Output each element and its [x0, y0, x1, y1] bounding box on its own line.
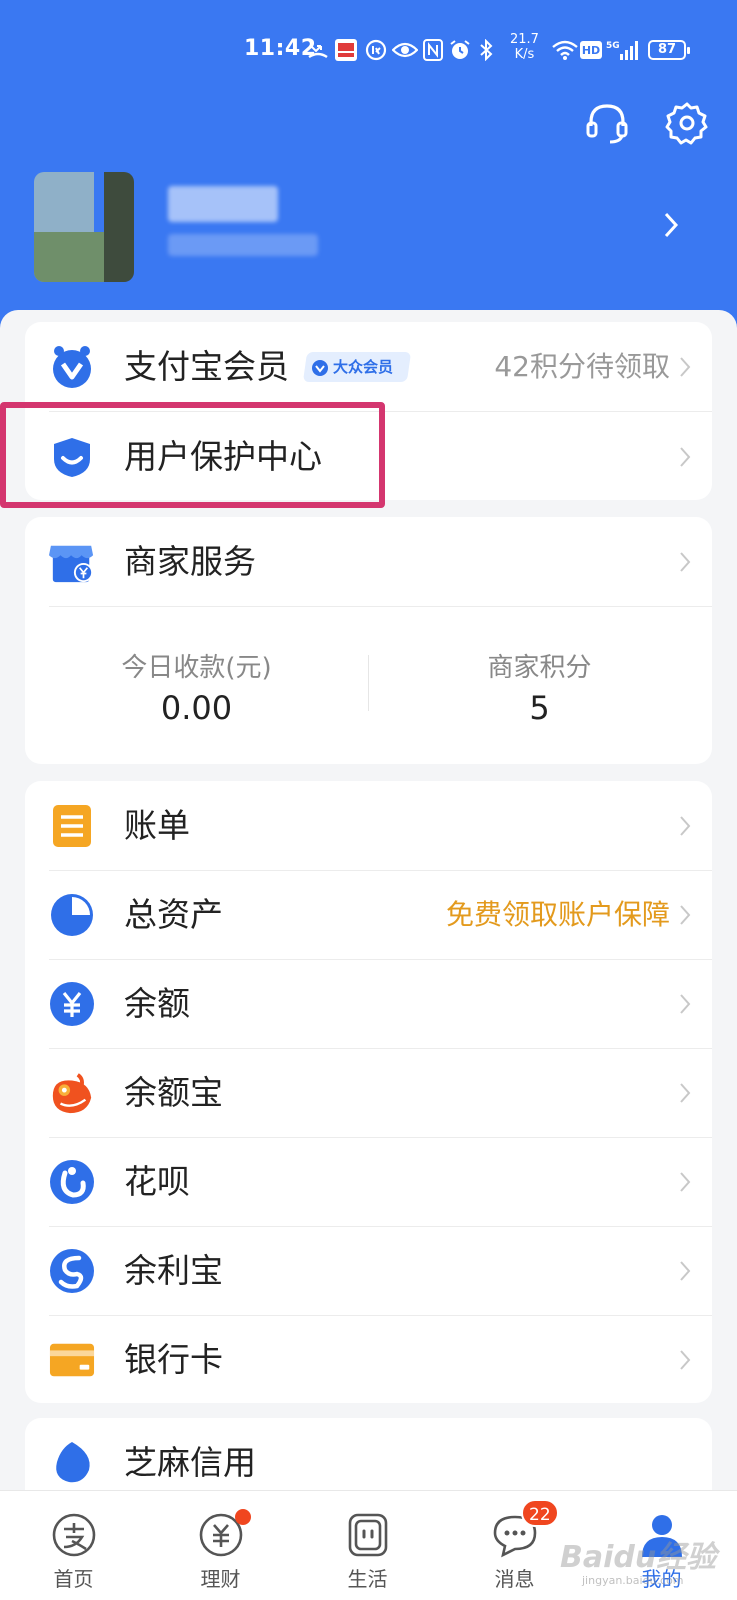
- bluetooth-icon: [476, 38, 496, 62]
- wifi-icon: [552, 38, 578, 62]
- chevron-right-icon: [680, 1172, 691, 1192]
- wealth-notification-dot: [235, 1509, 251, 1525]
- menu-item-bill[interactable]: 账单: [25, 781, 712, 871]
- chevron-right-icon: [680, 357, 691, 377]
- tab-home[interactable]: 首页: [0, 1491, 147, 1600]
- signal-icon: 5G: [606, 38, 642, 62]
- status-bar: 11:42 21.7 K/s HD 5G 87: [0, 32, 737, 66]
- member-v-icon: [49, 344, 95, 390]
- member-row[interactable]: 支付宝会员 大众会员 42积分待领取: [25, 322, 712, 412]
- baidu-watermark: Baidu经验: [560, 1540, 717, 1575]
- battery-indicator: 87: [648, 40, 690, 60]
- settings-icon[interactable]: [664, 100, 710, 146]
- pie-chart-icon: [49, 892, 95, 938]
- menu-item-huabei[interactable]: 花呗: [25, 1137, 712, 1227]
- shop-icon: [49, 539, 95, 585]
- tab-life[interactable]: 生活: [294, 1491, 441, 1600]
- merchant-label: 商家服务: [124, 542, 256, 581]
- bank-card-icon: [49, 1337, 95, 1383]
- menu-item-yuebao[interactable]: 余额宝: [25, 1048, 712, 1138]
- hd-icon: HD: [580, 38, 602, 62]
- missed-call-icon: [306, 38, 330, 62]
- message-count-badge: 22: [521, 1499, 559, 1527]
- assets-promo-text: 免费领取账户保障: [445, 898, 670, 931]
- highlight-box: [0, 402, 385, 508]
- menu-item-balance[interactable]: 余额: [25, 959, 712, 1049]
- huabei-icon: [49, 1159, 95, 1205]
- tab-wealth[interactable]: 理财: [147, 1491, 294, 1600]
- avatar[interactable]: [34, 172, 134, 282]
- svg-text:HD: HD: [582, 44, 600, 57]
- chevron-right-icon: [680, 552, 691, 572]
- baidu-watermark-url: jingyan.baidu.com: [582, 1574, 684, 1587]
- alipay-home-icon: [52, 1513, 95, 1557]
- data-saver-icon: [364, 38, 388, 62]
- bill-icon: [49, 803, 95, 849]
- stat-merchant-points[interactable]: 商家积分 5: [368, 607, 711, 757]
- chevron-right-icon: [680, 905, 691, 925]
- profile-chevron-icon[interactable]: [662, 210, 680, 240]
- chevron-right-icon: [680, 816, 691, 836]
- yuebao-icon: [49, 1070, 95, 1116]
- zhima-credit-icon: [49, 1440, 95, 1486]
- member-label: 支付宝会员: [124, 347, 289, 386]
- headset-icon[interactable]: [584, 100, 630, 146]
- chevron-right-icon: [680, 1350, 691, 1370]
- menu-item-yulibao[interactable]: 余利宝: [25, 1226, 712, 1316]
- chevron-right-icon: [680, 447, 691, 467]
- merchant-row[interactable]: 商家服务: [25, 517, 712, 607]
- yulibao-icon: [49, 1248, 95, 1294]
- member-level-badge: 大众会员: [302, 352, 412, 382]
- username-blurred: [168, 186, 278, 222]
- eye-icon: [392, 38, 418, 62]
- chevron-right-icon: [680, 994, 691, 1014]
- life-icon: [348, 1513, 387, 1557]
- stat-today-income[interactable]: 今日收款(元) 0.00: [25, 607, 368, 757]
- app-notification-icon: [334, 38, 358, 62]
- chevron-right-icon: [680, 1083, 691, 1103]
- member-points-text: 42积分待领取: [494, 350, 670, 383]
- menu-card: 账单 总资产 免费领取账户保障 余额 余额宝 花呗 余利宝 银行卡: [25, 781, 712, 1403]
- yuan-icon: [49, 981, 95, 1027]
- menu-item-total-assets[interactable]: 总资产 免费领取账户保障: [25, 870, 712, 960]
- svg-text:5G: 5G: [606, 41, 620, 51]
- chevron-right-icon: [680, 1261, 691, 1281]
- merchant-stats: 今日收款(元) 0.00 商家积分 5: [25, 607, 712, 757]
- network-speed: 21.7 K/s: [510, 32, 539, 62]
- alarm-icon: [448, 38, 472, 62]
- nfc-icon: [422, 38, 444, 62]
- merchant-card: 商家服务 今日收款(元) 0.00 商家积分 5: [25, 517, 712, 764]
- menu-item-bank-card[interactable]: 银行卡: [25, 1315, 712, 1403]
- account-blurred: [168, 234, 318, 256]
- header: 11:42 21.7 K/s HD 5G 87: [0, 0, 737, 330]
